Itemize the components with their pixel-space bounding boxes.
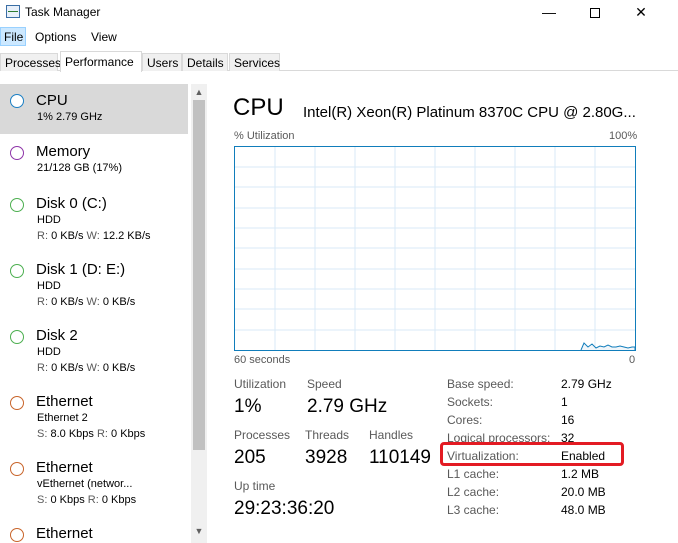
base-speed-label: Base speed: (447, 377, 514, 391)
sidebar-scrollbar[interactable]: ▲ ▼ (191, 84, 207, 543)
utilization-label: Utilization (234, 377, 287, 391)
sidebar-item-title: Memory (36, 143, 91, 160)
disk-indicator-icon (10, 198, 24, 212)
sidebar-item-rates: S: 0 Kbps R: 0 Kbps (37, 494, 137, 506)
menu-view[interactable]: View (91, 30, 117, 44)
tab-services[interactable]: Services (229, 53, 280, 71)
scrollbar-thumb[interactable] (193, 100, 205, 450)
sidebar-item-title: Ethernet (36, 459, 93, 476)
l2-cache-value: 20.0 MB (561, 485, 606, 499)
uptime-value: 29:23:36:20 (234, 498, 335, 519)
menu-file[interactable]: File (0, 27, 26, 46)
l3-cache-value: 48.0 MB (561, 503, 606, 517)
page-title: CPU (233, 94, 284, 121)
l3-cache-label: L3 cache: (447, 503, 500, 517)
tab-performance[interactable]: Performance (60, 51, 142, 72)
task-manager-icon (6, 5, 20, 18)
l2-cache-label: L2 cache: (447, 485, 500, 499)
sidebar-item-title: Ethernet (36, 393, 93, 410)
processes-label: Processes (234, 428, 291, 442)
sidebar-item-title: CPU (36, 92, 68, 109)
cpu-usage-line (580, 342, 636, 351)
l1-cache-value: 1.2 MB (561, 467, 600, 481)
disk-indicator-icon (10, 264, 24, 278)
graph-y-label: % Utilization (234, 130, 295, 142)
sockets-label: Sockets: (447, 395, 494, 409)
sidebar-item-title: Disk 2 (36, 327, 78, 344)
speed-label: Speed (307, 377, 342, 391)
cpu-graph-svg (235, 147, 636, 351)
cores-value: 16 (561, 413, 575, 427)
sidebar-item-detail: 21/128 GB (17%) (37, 162, 122, 174)
close-button[interactable]: ✕ (618, 0, 664, 26)
window-title: Task Manager (25, 5, 101, 19)
sidebar-item-ethernet-3[interactable]: Ethernet (0, 518, 188, 543)
tab-users[interactable]: Users (142, 53, 182, 71)
sidebar-item-ethernet-2[interactable]: Ethernet vEthernet (networ... S: 0 Kbps … (0, 452, 188, 516)
tab-processes[interactable]: Processes (0, 53, 61, 71)
graph-x-label: 60 seconds (234, 354, 291, 366)
threads-label: Threads (305, 428, 350, 442)
sidebar-item-detail: vEthernet (networ... (37, 478, 133, 490)
sidebar-item-disk-2[interactable]: Disk 2 HDD R: 0 KB/s W: 0 KB/s (0, 320, 188, 384)
sidebar-item-cpu[interactable]: CPU 1% 2.79 GHz (0, 84, 188, 134)
disk-indicator-icon (10, 330, 24, 344)
sidebar-item-detail: HDD (37, 214, 61, 226)
maximize-button[interactable] (572, 0, 618, 26)
cpu-utilization-graph (234, 146, 636, 351)
sockets-value: 1 (561, 395, 568, 409)
maximize-icon (590, 8, 600, 19)
processes-value: 205 (234, 447, 266, 468)
handles-label: Handles (369, 428, 414, 442)
tab-details[interactable]: Details (182, 53, 228, 71)
graph-gridlines (235, 147, 635, 350)
minimize-button[interactable]: — (526, 0, 572, 26)
graph-x-min-label: 0 (629, 354, 636, 366)
virtualization-highlight-annotation (440, 442, 624, 466)
sidebar-item-disk-0[interactable]: Disk 0 (C:) HDD R: 0 KB/s W: 12.2 KB/s (0, 188, 188, 252)
sidebar-item-memory[interactable]: Memory 21/128 GB (17%) (0, 136, 188, 186)
l1-cache-label: L1 cache: (447, 467, 500, 481)
ethernet-indicator-icon (10, 462, 24, 476)
sidebar-item-detail: HDD (37, 280, 61, 292)
cores-label: Cores: (447, 413, 483, 427)
sidebar-item-detail: HDD (37, 346, 61, 358)
threads-value: 3928 (305, 447, 348, 468)
graph-y-max-label: 100% (609, 130, 638, 142)
sidebar-item-rates: R: 0 KB/s W: 0 KB/s (37, 362, 136, 374)
base-speed-value: 2.79 GHz (561, 377, 612, 391)
sidebar-item-disk-1[interactable]: Disk 1 (D: E:) HDD R: 0 KB/s W: 0 KB/s (0, 254, 188, 318)
tab-bar: Processes Performance Users Details Serv… (0, 51, 678, 72)
ethernet-indicator-icon (10, 396, 24, 410)
handles-value: 110149 (369, 447, 431, 468)
ethernet-indicator-icon (10, 528, 24, 542)
sidebar-item-rates: R: 0 KB/s W: 12.2 KB/s (37, 230, 151, 242)
title-bar: Task Manager — ✕ (0, 0, 678, 26)
speed-value: 2.79 GHz (307, 396, 388, 417)
sidebar-item-ethernet-1[interactable]: Ethernet Ethernet 2 S: 8.0 Kbps R: 0 Kbp… (0, 386, 188, 450)
resource-list: CPU 1% 2.79 GHz Memory 21/128 GB (17%) D… (0, 84, 188, 543)
sidebar-item-title: Ethernet (36, 525, 93, 542)
menu-bar: File Options View (0, 27, 678, 47)
sidebar-item-rates: R: 0 KB/s W: 0 KB/s (37, 296, 136, 308)
cpu-model-name: Intel(R) Xeon(R) Platinum 8370C CPU @ 2.… (303, 104, 636, 121)
utilization-value: 1% (234, 396, 262, 417)
uptime-label: Up time (234, 479, 276, 493)
menu-options[interactable]: Options (35, 30, 76, 44)
sidebar-item-title: Disk 1 (D: E:) (36, 261, 126, 278)
cpu-indicator-icon (10, 94, 24, 108)
scroll-down-icon[interactable]: ▼ (191, 523, 207, 539)
scroll-up-icon[interactable]: ▲ (191, 84, 207, 100)
sidebar-item-detail: Ethernet 2 (37, 412, 88, 424)
memory-indicator-icon (10, 146, 24, 160)
sidebar-item-rates: S: 8.0 Kbps R: 0 Kbps (37, 428, 146, 440)
sidebar-item-detail: 1% 2.79 GHz (37, 111, 103, 123)
sidebar-item-title: Disk 0 (C:) (36, 195, 107, 212)
